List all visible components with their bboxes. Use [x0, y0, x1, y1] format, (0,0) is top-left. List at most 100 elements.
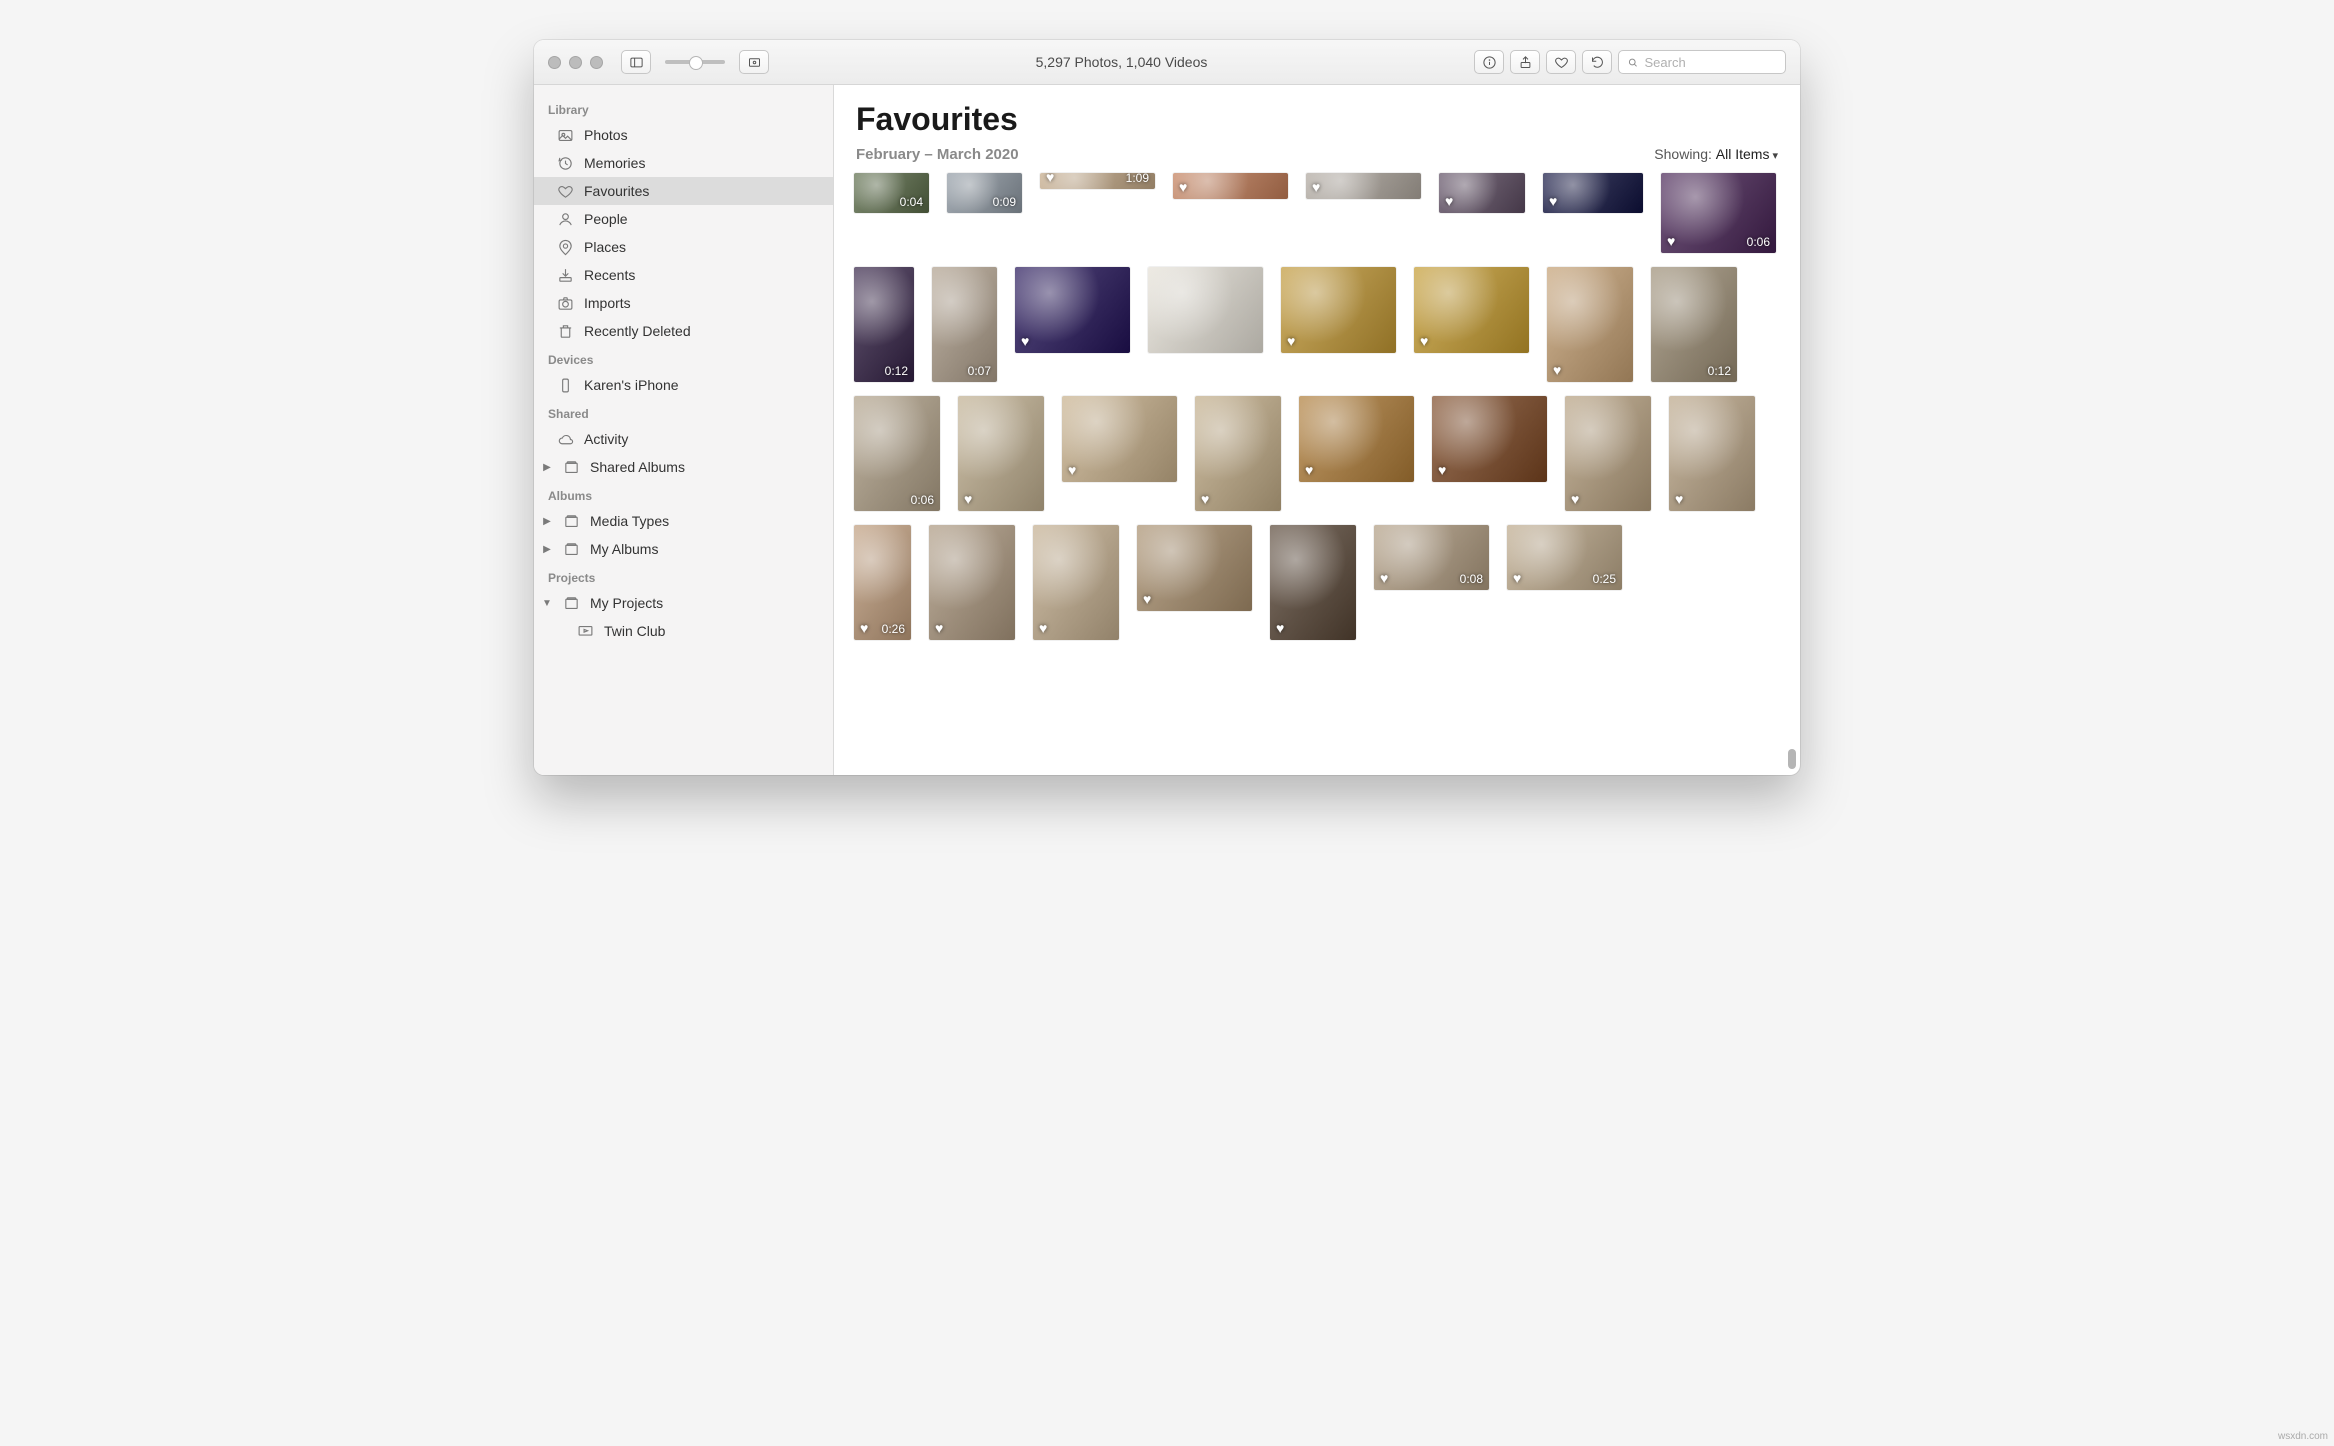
chevron-right-icon[interactable]: ▶ — [542, 462, 552, 473]
sidebar-item-places[interactable]: Places — [534, 233, 833, 261]
photo-thumbnail[interactable]: ♥0:08 — [1374, 525, 1489, 590]
album-icon — [562, 540, 580, 558]
heart-icon: ♥ — [1046, 173, 1054, 185]
minimize-window-button[interactable] — [569, 56, 582, 69]
photo-thumbnail[interactable]: ♥ — [1669, 396, 1755, 511]
favourite-button[interactable] — [1546, 50, 1576, 74]
rotate-button[interactable] — [1582, 50, 1612, 74]
photo-thumbnail[interactable]: ♥ — [1281, 267, 1396, 353]
heart-icon: ♥ — [860, 620, 868, 636]
sidebar-item-label: Recently Deleted — [584, 323, 691, 339]
photo-thumbnail[interactable] — [1148, 267, 1263, 353]
photo-thumbnail[interactable]: ♥ — [1565, 396, 1651, 511]
filmstrip-button[interactable] — [739, 50, 769, 74]
photo-thumbnail[interactable]: 0:12 — [1651, 267, 1737, 382]
sidebar-item-activity[interactable]: Activity — [534, 425, 833, 453]
close-window-button[interactable] — [548, 56, 561, 69]
sidebar-item-twin-club[interactable]: Twin Club — [534, 617, 833, 645]
sidebar-section-shared: Shared — [534, 399, 833, 425]
share-icon — [1518, 55, 1533, 70]
heart-icon: ♥ — [1312, 179, 1320, 195]
fullscreen-window-button[interactable] — [590, 56, 603, 69]
thumbnail-scroll-area[interactable]: 0:040:09♥1:09♥♥♥♥♥0:060:120:07♥♥♥♥0:120:… — [834, 169, 1800, 775]
sidebar-item-karens-iphone[interactable]: Karen's iPhone — [534, 371, 833, 399]
scrollbar-thumb[interactable] — [1788, 749, 1796, 769]
photo-thumbnail[interactable]: 0:04 — [854, 173, 929, 213]
photo-thumbnail[interactable]: ♥ — [1306, 173, 1421, 199]
photo-thumbnail[interactable]: ♥ — [1195, 396, 1281, 511]
zoom-slider[interactable] — [665, 60, 725, 64]
content-subheader: February – March 2020 Showing: All Items… — [834, 146, 1800, 169]
photo-thumbnail[interactable]: ♥ — [1137, 525, 1252, 611]
search-icon — [1627, 56, 1638, 69]
sidebar-item-my-albums[interactable]: ▶ My Albums — [534, 535, 833, 563]
toolbar-right-group — [1474, 50, 1786, 74]
heart-icon: ♥ — [1675, 491, 1683, 507]
photo-thumbnail[interactable]: ♥ — [1547, 267, 1633, 382]
chevron-down-icon[interactable]: ▼ — [542, 598, 552, 609]
sidebar-section-albums: Albums — [534, 481, 833, 507]
video-duration: 0:25 — [1593, 572, 1616, 586]
chevron-down-icon: ▾ — [1772, 150, 1778, 162]
sidebar-item-favourites[interactable]: Favourites — [534, 177, 833, 205]
camera-icon — [556, 294, 574, 312]
photo-thumbnail[interactable]: ♥ — [1414, 267, 1529, 353]
showing-label: Showing: — [1654, 146, 1712, 162]
photo-thumbnail[interactable]: ♥ — [1543, 173, 1643, 213]
sidebar-item-media-types[interactable]: ▶ Media Types — [534, 507, 833, 535]
photo-thumbnail[interactable]: ♥ — [958, 396, 1044, 511]
search-field[interactable] — [1618, 50, 1786, 74]
sidebar-item-label: Recents — [584, 267, 635, 283]
sidebar-section-library: Library — [534, 95, 833, 121]
photo-thumbnail[interactable]: ♥ — [1432, 396, 1547, 482]
sidebar-item-people[interactable]: People — [534, 205, 833, 233]
sidebar-item-recently-deleted[interactable]: Recently Deleted — [534, 317, 833, 345]
photo-thumbnail[interactable]: ♥1:09 — [1040, 173, 1155, 189]
photo-thumbnail[interactable]: ♥ — [1439, 173, 1525, 213]
heart-icon — [556, 182, 574, 200]
photo-thumbnail[interactable]: ♥0:26 — [854, 525, 911, 640]
heart-icon: ♥ — [1179, 179, 1187, 195]
sidebar-item-my-projects[interactable]: ▼My Projects — [534, 589, 833, 617]
sidebar-toggle-button[interactable] — [621, 50, 651, 74]
chevron-right-icon[interactable]: ▶ — [542, 516, 552, 527]
photo-thumbnail[interactable]: 0:06 — [854, 396, 940, 511]
heart-icon: ♥ — [1438, 462, 1446, 478]
photo-thumbnail[interactable]: ♥ — [929, 525, 1015, 640]
photo-thumbnail[interactable]: ♥ — [1299, 396, 1414, 482]
photo-thumbnail[interactable]: ♥ — [1062, 396, 1177, 482]
photo-thumbnail[interactable]: ♥ 0:25 — [1507, 525, 1622, 590]
share-button[interactable] — [1510, 50, 1540, 74]
sidebar-item-label: Media Types — [590, 513, 669, 529]
sidebar-item-recents[interactable]: Recents — [534, 261, 833, 289]
sidebar-item-label: My Albums — [590, 541, 658, 557]
sidebar-item-shared-albums[interactable]: ▶Shared Albums — [534, 453, 833, 481]
date-range: February – March 2020 — [856, 146, 1019, 163]
sidebar-item-label: Twin Club — [604, 623, 665, 639]
photo-thumbnail[interactable]: 0:12 — [854, 267, 914, 382]
photo-thumbnail[interactable]: ♥ — [1270, 525, 1356, 640]
photo-thumbnail[interactable]: 0:09 — [947, 173, 1022, 213]
photo-thumbnail[interactable]: ♥ — [1015, 267, 1130, 353]
sidebar-item-memories[interactable]: Memories — [534, 149, 833, 177]
photo-thumbnail[interactable]: 0:07 — [932, 267, 997, 382]
info-button[interactable] — [1474, 50, 1504, 74]
sidebar-item-label: Favourites — [584, 183, 649, 199]
photo-icon — [556, 126, 574, 144]
video-duration: 0:06 — [1747, 235, 1770, 249]
photo-thumbnail[interactable]: ♥0:06 — [1661, 173, 1776, 253]
album-icon — [562, 458, 580, 476]
trash-icon — [556, 322, 574, 340]
sidebar-item-label: Photos — [584, 127, 628, 143]
video-duration: 0:06 — [911, 493, 934, 507]
photo-thumbnail[interactable]: ♥ — [1173, 173, 1288, 199]
sidebar-item-photos[interactable]: Photos — [534, 121, 833, 149]
search-input[interactable] — [1644, 55, 1777, 70]
showing-filter[interactable]: Showing: All Items▾ — [1654, 146, 1778, 162]
chevron-right-icon[interactable]: ▶ — [542, 544, 552, 555]
heart-icon: ♥ — [1513, 570, 1521, 586]
heart-icon: ♥ — [1276, 620, 1284, 636]
titlebar-stats: 5,297 Photos, 1,040 Videos — [781, 54, 1462, 70]
sidebar-item-imports[interactable]: Imports — [534, 289, 833, 317]
photo-thumbnail[interactable]: ♥ — [1033, 525, 1119, 640]
